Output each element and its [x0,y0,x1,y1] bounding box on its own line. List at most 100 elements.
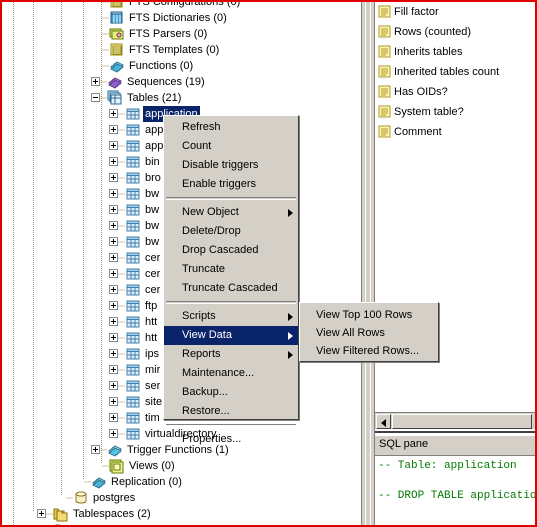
tree-item[interactable]: Tablespaces (2) [37,506,153,522]
expand-plus-icon[interactable] [109,269,118,278]
menu-item[interactable]: New Object [164,203,298,222]
expand-plus-icon[interactable] [109,349,118,358]
tree-item[interactable]: bw [109,234,161,250]
expand-plus-icon[interactable] [109,157,118,166]
submenu-item[interactable]: View All Rows [300,324,438,342]
menu-item[interactable]: Enable triggers [164,175,298,194]
property-row[interactable]: Inherits tables [378,44,462,60]
tree-item[interactable]: site [109,394,164,410]
property-row[interactable]: Fill factor [378,4,439,20]
expand-plus-icon[interactable] [109,173,118,182]
tree-item[interactable]: Functions (0) [91,58,195,74]
tree-item[interactable]: postgres [55,490,137,506]
submenu-item[interactable]: View Top 100 Rows [300,306,438,324]
tree-item[interactable]: ser [109,378,162,394]
tree-item-label: Replication (0) [111,476,182,488]
menu-item[interactable]: View Data [164,326,298,345]
tree-item[interactable]: Group Roles (0) [37,522,155,525]
tree-item[interactable]: app [109,138,165,154]
expand-plus-icon[interactable] [109,253,118,262]
tree-item[interactable]: cer [109,282,162,298]
expand-plus-icon[interactable] [109,125,118,134]
submenu-item[interactable]: View Filtered Rows... [300,342,438,360]
view-data-submenu[interactable]: View Top 100 Rows View All Rows View Filte… [299,302,439,362]
menu-item[interactable]: Properties... [164,430,298,449]
tree-item[interactable]: htt [109,314,159,330]
horizontal-scrollbar[interactable] [375,412,535,429]
tree-item[interactable]: bw [109,218,161,234]
tree-item[interactable]: cer [109,266,162,282]
tree-item[interactable]: ftp [109,298,159,314]
menu-item[interactable]: Maintenance... [164,364,298,383]
tree-item[interactable]: bro [109,170,163,186]
vertical-splitter[interactable] [361,2,375,525]
tree-item[interactable]: FTS Configurations (0) [91,2,242,10]
scrollbar-thumb[interactable] [392,414,532,429]
expand-plus-icon[interactable] [109,237,118,246]
property-row[interactable]: Inherited tables count [378,64,499,80]
sql-pane-text[interactable]: -- Table: application -- DROP TABLE appl… [375,455,535,525]
tree-item[interactable]: Replication (0) [73,474,184,490]
expand-plus-icon[interactable] [109,205,118,214]
menu-item[interactable]: Scripts [164,307,298,326]
expand-plus-icon[interactable] [109,221,118,230]
tree-item[interactable]: htt [109,330,159,346]
expand-plus-icon[interactable] [109,301,118,310]
menu-item[interactable]: Restore... [164,402,298,421]
tree-connector [118,170,125,186]
expand-plus-icon[interactable] [109,317,118,326]
menu-item[interactable]: Truncate [164,260,298,279]
table-icon [125,106,141,122]
property-label: Rows (counted) [394,26,472,38]
expand-plus-icon[interactable] [109,413,118,422]
replication-icon [91,474,107,490]
property-row[interactable]: Rows (counted) [378,24,471,40]
menu-item[interactable]: Disable triggers [164,156,298,175]
tree-item[interactable]: FTS Parsers (0) [91,26,209,42]
tree-item[interactable]: tim [109,410,162,426]
menu-item[interactable]: Truncate Cascaded [164,279,298,298]
tree-item-label: ips [145,348,160,360]
tree-item[interactable]: Tables (21) [91,90,183,106]
menu-item[interactable]: Drop Cascaded [164,241,298,260]
table-icon [125,170,141,186]
menu-item[interactable]: Reports [164,345,298,364]
expand-plus-icon[interactable] [109,397,118,406]
tree-item[interactable]: bin [109,154,162,170]
context-menu[interactable]: Refresh Count Disable triggers Enable trigg… [163,115,299,445]
expand-plus-icon[interactable] [109,141,118,150]
expand-plus-icon[interactable] [91,77,100,86]
tree-item[interactable]: bw [109,186,161,202]
expand-plus-icon[interactable] [109,285,118,294]
tree-item[interactable]: FTS Dictionaries (0) [91,10,229,26]
tree-item[interactable]: cer [109,250,162,266]
property-row[interactable]: Has OIDs? [378,84,448,100]
menu-item[interactable]: Refresh [164,118,298,137]
expand-plus-icon[interactable] [109,189,118,198]
tree-item[interactable]: FTS Templates (0) [91,42,221,58]
menu-item[interactable]: Backup... [164,383,298,402]
tree-item[interactable]: ips [109,346,161,362]
property-row[interactable]: System table? [378,104,464,120]
tree-item[interactable]: Sequences (19) [91,74,207,90]
tree-item[interactable]: app [109,122,165,138]
expand-plus-icon[interactable] [91,445,100,454]
submenu-arrow-icon [288,209,293,217]
expand-plus-icon[interactable] [109,365,118,374]
table-icon [125,202,141,218]
scroll-left-button[interactable] [376,414,391,429]
tree-item[interactable]: bw [109,202,161,218]
collapse-minus-icon[interactable] [91,93,100,102]
expand-plus-icon[interactable] [109,381,118,390]
expand-plus-icon[interactable] [109,333,118,342]
menu-item[interactable]: Count [164,137,298,156]
expand-plus-icon[interactable] [109,429,118,438]
expand-plus-icon[interactable] [109,109,118,118]
tree-item[interactable]: mir [109,362,162,378]
property-row[interactable]: Comment [378,124,442,140]
tree-connector [100,90,107,106]
menu-item[interactable]: Delete/Drop [164,222,298,241]
tree-item[interactable]: Views (0) [91,458,177,474]
expand-plus-icon[interactable] [37,509,46,518]
